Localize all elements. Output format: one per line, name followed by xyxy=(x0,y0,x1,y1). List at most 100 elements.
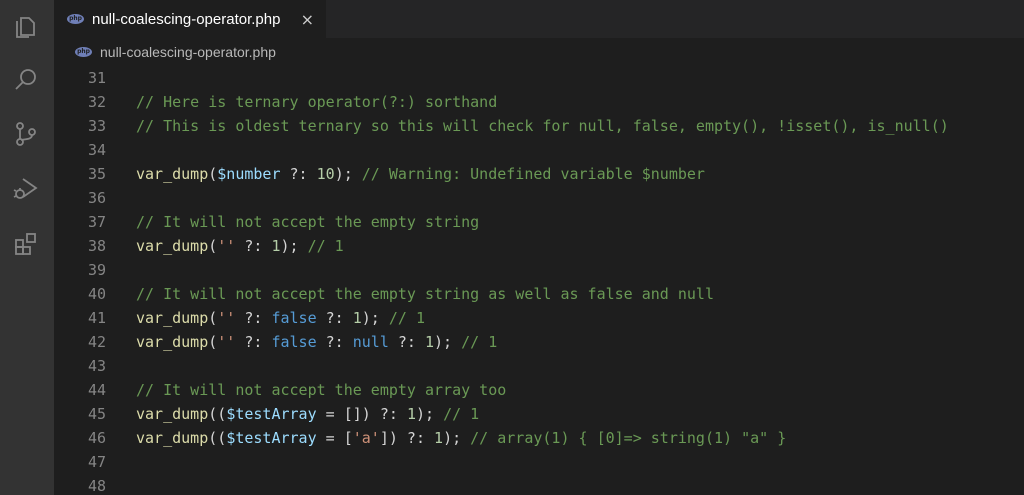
line-number: 33 xyxy=(87,117,106,135)
close-icon[interactable]: × xyxy=(301,10,314,29)
breadcrumb: php null-coalescing-operator.php xyxy=(54,38,1024,66)
code-token: // It will not accept the empty string xyxy=(136,213,480,231)
code-token: false xyxy=(271,333,317,351)
editor-tab[interactable]: php null-coalescing-operator.php × xyxy=(54,0,327,38)
code-line[interactable]: 47 xyxy=(54,450,1024,474)
code-token: // 1 xyxy=(388,309,425,327)
code-token: $testArray xyxy=(226,429,317,447)
line-number: 39 xyxy=(87,261,106,279)
code-token: var_dump xyxy=(136,333,209,351)
code-token: ); xyxy=(415,405,444,423)
code-token: ( xyxy=(208,237,218,255)
code-token: false xyxy=(271,309,317,327)
code-token: ?: xyxy=(316,309,353,327)
code-token: = []) ?: xyxy=(316,405,407,423)
code-line[interactable]: 45 var_dump(($testArray = []) ?: 1); // 1 xyxy=(54,402,1024,426)
code-line[interactable]: 40 // It will not accept the empty string… xyxy=(54,282,1024,306)
code-token: // Warning: Undefined variable $number xyxy=(361,165,705,183)
extensions-icon[interactable] xyxy=(10,228,42,260)
code-editor[interactable]: 31 32 // Here is ternary operator(?:) sort… xyxy=(54,66,1024,495)
line-number: 44 xyxy=(87,381,106,399)
code-line[interactable]: 46 var_dump(($testArray = ['a']) ?: 1); /… xyxy=(54,426,1024,450)
code-text: // It will not accept the empty string xyxy=(136,210,479,234)
php-file-icon: php xyxy=(75,47,92,57)
code-text: // Here is ternary operator(?:) sorthand xyxy=(136,90,497,114)
code-token: ( xyxy=(208,333,218,351)
line-number: 31 xyxy=(87,69,106,87)
code-token: // It will not accept the empty string a… xyxy=(136,285,714,303)
code-token: 'a' xyxy=(352,429,380,447)
code-line[interactable]: 42 var_dump('' ?: false ?: null ?: 1); //… xyxy=(54,330,1024,354)
code-line[interactable]: 34 xyxy=(54,138,1024,162)
code-text: var_dump(($testArray = []) ?: 1); // 1 xyxy=(136,402,479,426)
code-token: ); xyxy=(361,309,389,327)
php-file-icon: php xyxy=(67,14,84,24)
code-token: '' xyxy=(217,237,236,255)
line-number: 42 xyxy=(87,333,106,351)
code-token: // This is oldest ternary so this will c… xyxy=(136,117,949,135)
code-line[interactable]: 36 xyxy=(54,186,1024,210)
code-line[interactable]: 35 var_dump($number ?: 10); // Warning: U… xyxy=(54,162,1024,186)
code-token: 1 xyxy=(425,333,435,351)
code-token: ( xyxy=(208,309,218,327)
code-line[interactable]: 43 xyxy=(54,354,1024,378)
code-token: ?: xyxy=(235,333,272,351)
line-number: 32 xyxy=(87,93,106,111)
code-line[interactable]: 39 xyxy=(54,258,1024,282)
code-token: ?: xyxy=(235,237,272,255)
line-number: 37 xyxy=(87,213,106,231)
line-number: 46 xyxy=(87,429,106,447)
code-line[interactable]: 48 xyxy=(54,474,1024,495)
code-token: 1 xyxy=(406,405,416,423)
code-token: ?: xyxy=(388,333,425,351)
code-token: // It will not accept the empty array to… xyxy=(136,381,507,399)
activity-bar xyxy=(0,0,54,495)
code-token: (( xyxy=(208,405,227,423)
code-line[interactable]: 37 // It will not accept the empty string xyxy=(54,210,1024,234)
code-token: // 1 xyxy=(443,405,480,423)
code-line[interactable]: 33 // This is oldest ternary so this will… xyxy=(54,114,1024,138)
code-token: // 1 xyxy=(307,237,344,255)
code-token: var_dump xyxy=(136,429,209,447)
code-token: null xyxy=(352,333,389,351)
code-token: ( xyxy=(208,165,218,183)
code-line[interactable]: 44 // It will not accept the empty array … xyxy=(54,378,1024,402)
code-token: ); xyxy=(443,429,471,447)
code-token: var_dump xyxy=(136,405,209,423)
breadcrumb-item-file[interactable]: null-coalescing-operator.php xyxy=(100,44,276,60)
code-token: '' xyxy=(217,309,236,327)
source-control-icon[interactable] xyxy=(10,118,42,150)
code-token: $number xyxy=(217,165,281,183)
code-text: // It will not accept the empty string a… xyxy=(136,282,714,306)
code-token: // 1 xyxy=(461,333,498,351)
code-line[interactable]: 32 // Here is ternary operator(?:) sortha… xyxy=(54,90,1024,114)
code-text: var_dump('' ?: false ?: null ?: 1); // 1 xyxy=(136,330,497,354)
code-token: // array(1) { [0]=> string(1) "a" } xyxy=(470,429,787,447)
code-text: // It will not accept the empty array to… xyxy=(136,378,506,402)
files-icon[interactable] xyxy=(10,10,42,42)
code-token: // Here is ternary operator(?:) sorthand xyxy=(136,93,498,111)
code-token: = [ xyxy=(316,429,353,447)
code-line[interactable]: 31 xyxy=(54,66,1024,90)
tab-label: null-coalescing-operator.php xyxy=(92,10,281,28)
code-token: ]) ?: xyxy=(379,429,435,447)
line-number: 40 xyxy=(87,285,106,303)
code-token: (( xyxy=(208,429,227,447)
code-line[interactable]: 38 var_dump('' ?: 1); // 1 xyxy=(54,234,1024,258)
line-number: 38 xyxy=(87,237,106,255)
line-number: 34 xyxy=(87,141,106,159)
line-number: 45 xyxy=(87,405,106,423)
run-debug-icon[interactable] xyxy=(10,172,42,204)
code-token: ?: xyxy=(280,165,317,183)
search-icon[interactable] xyxy=(10,64,42,96)
line-number: 35 xyxy=(87,165,106,183)
code-token: var_dump xyxy=(136,237,209,255)
tab-bar: php null-coalescing-operator.php × xyxy=(54,0,1024,38)
code-line[interactable]: 41 var_dump('' ?: false ?: 1); // 1 xyxy=(54,306,1024,330)
code-token: var_dump xyxy=(136,165,209,183)
code-token: ); xyxy=(280,237,308,255)
line-number: 43 xyxy=(87,357,106,375)
code-token: ?: xyxy=(316,333,353,351)
code-token: ?: xyxy=(235,309,272,327)
code-token: $testArray xyxy=(226,405,317,423)
